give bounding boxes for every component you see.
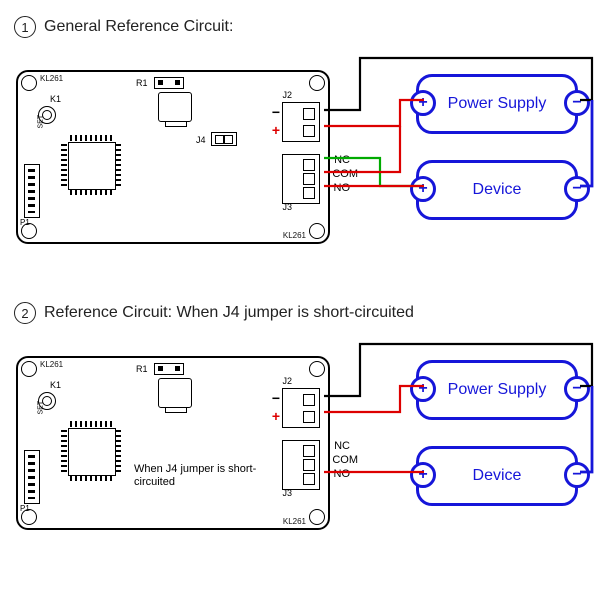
relay-component — [158, 378, 192, 408]
chip-pins — [61, 144, 67, 186]
polarity-plus: + — [272, 408, 280, 424]
chip-pins — [70, 135, 112, 141]
chip-pins — [70, 421, 112, 427]
power-supply-box: Power Supply — [416, 74, 578, 134]
board-label: KL261 — [283, 231, 306, 240]
no-label: NO — [334, 468, 351, 480]
set-label: SET — [38, 401, 45, 415]
j4-note: When J4 jumper is short-circuited — [134, 463, 264, 489]
mounting-hole — [309, 509, 325, 525]
nc-label: NC — [334, 440, 350, 452]
power-minus-terminal: − — [564, 376, 590, 402]
r1-label: R1 — [136, 364, 148, 374]
device-box: Device — [416, 446, 578, 506]
power-plus-terminal: + — [410, 90, 436, 116]
device-plus-terminal: + — [410, 176, 436, 202]
chip-pins — [70, 189, 112, 195]
j2-label: J2 — [282, 90, 292, 100]
mounting-hole — [21, 361, 37, 377]
power-plus-terminal: + — [410, 376, 436, 402]
chip-pins — [70, 475, 112, 481]
diagram-1: KL261 KL261 R1 K1 SET P1 J4 J2 J3 − + NC… — [0, 30, 600, 250]
com-label: COM — [332, 454, 358, 466]
mounting-hole — [309, 223, 325, 239]
com-label: COM — [332, 168, 358, 180]
page: 1 General Reference Circuit: KL261 KL261… — [0, 0, 600, 600]
p1-header — [24, 450, 40, 504]
polarity-minus: − — [272, 390, 280, 406]
mcu-chip — [68, 428, 116, 476]
power-supply-box: Power Supply — [416, 360, 578, 420]
device-box: Device — [416, 160, 578, 220]
r1-component — [154, 77, 184, 89]
polarity-minus: − — [272, 104, 280, 120]
power-minus-terminal: − — [564, 90, 590, 116]
j3-connector — [282, 440, 320, 490]
device-minus-terminal: − — [564, 176, 590, 202]
mounting-hole — [21, 75, 37, 91]
chip-pins — [115, 144, 121, 186]
j4-jumper — [211, 132, 237, 146]
mcu-chip — [68, 142, 116, 190]
device-minus-terminal: − — [564, 462, 590, 488]
board-label: KL261 — [283, 517, 306, 526]
p1-header — [24, 164, 40, 218]
pcb-board: KL261 KL261 R1 K1 SET P1 J2 J3 − + NC CO… — [16, 356, 330, 530]
k1-label: K1 — [50, 94, 61, 104]
j2-connector — [282, 388, 320, 428]
polarity-plus: + — [272, 122, 280, 138]
board-label: KL261 — [40, 360, 63, 369]
pcb-board: KL261 KL261 R1 K1 SET P1 J4 J2 J3 − + NC… — [16, 70, 330, 244]
mounting-hole — [309, 361, 325, 377]
chip-pins — [61, 430, 67, 472]
p1-label: P1 — [20, 504, 30, 513]
board-label: KL261 — [40, 74, 63, 83]
relay-component — [158, 92, 192, 122]
r1-component — [154, 363, 184, 375]
device-plus-terminal: + — [410, 462, 436, 488]
set-label: SET — [38, 115, 45, 129]
j2-label: J2 — [282, 376, 292, 386]
no-label: NO — [334, 182, 351, 194]
j3-connector — [282, 154, 320, 204]
r1-label: R1 — [136, 78, 148, 88]
diagram-2: KL261 KL261 R1 K1 SET P1 J2 J3 − + NC CO… — [0, 316, 600, 536]
nc-label: NC — [334, 154, 350, 166]
mounting-hole — [309, 75, 325, 91]
chip-pins — [115, 430, 121, 472]
j2-connector — [282, 102, 320, 142]
p1-label: P1 — [20, 218, 30, 227]
j4-label: J4 — [196, 135, 206, 145]
k1-label: K1 — [50, 380, 61, 390]
